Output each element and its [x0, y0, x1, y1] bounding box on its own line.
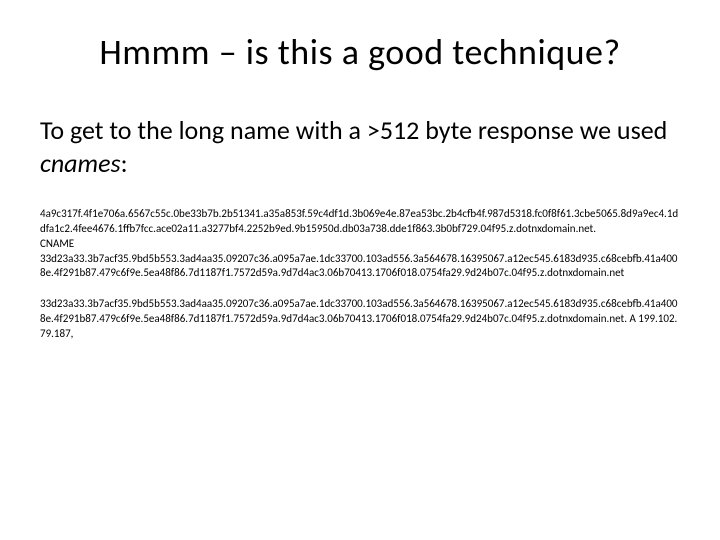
subtitle-emphasis: cnames	[40, 147, 121, 179]
subtitle-text-pre: To get to the long name with a >512 byte…	[40, 114, 667, 146]
slide: Hmmm – is this a good technique? To get …	[0, 0, 720, 540]
dns-a-record: 33d23a33.3b7acf35.9bd5b553.3ad4aa35.0920…	[40, 297, 678, 340]
subtitle-text-post: :	[121, 147, 128, 179]
dns-record-block-2: 33d23a33.3b7acf35.9bd5b553.3ad4aa35.0920…	[40, 297, 680, 342]
slide-title: Hmmm – is this a good technique?	[40, 30, 680, 74]
dns-record-block-1: 4a9c317f.4f1e706a.6567c55c.0be33b7b.2b51…	[40, 207, 680, 281]
dns-cname-label: CNAME	[40, 237, 74, 250]
slide-subtitle: To get to the long name with a >512 byte…	[40, 114, 680, 179]
dns-query-name: 4a9c317f.4f1e706a.6567c55c.0be33b7b.2b51…	[40, 207, 678, 235]
dns-cname-target: 33d23a33.3b7acf35.9bd5b553.3ad4aa35.0920…	[40, 252, 678, 280]
